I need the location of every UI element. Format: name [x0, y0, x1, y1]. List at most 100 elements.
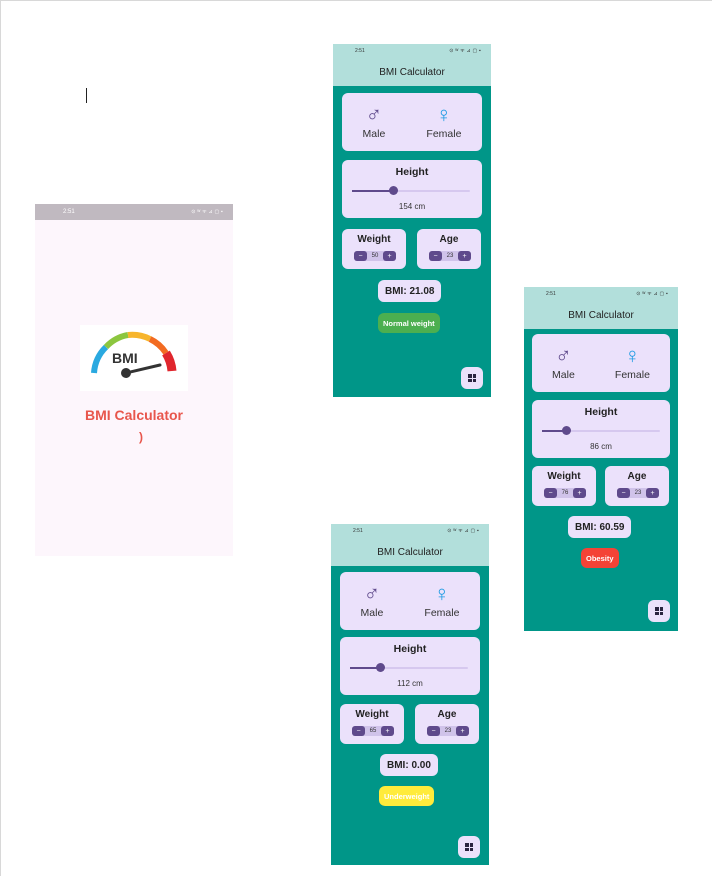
document-page: 2:51 ⊙ ᵂ ᯤ ⊿ ▢ ▪ BMI BMI Calculator ) 2:…: [0, 0, 712, 876]
male-button[interactable]: ♂ Male: [362, 102, 386, 141]
age-card: Age − 23 +: [605, 466, 669, 506]
age-card: Age − 23 +: [415, 704, 479, 744]
male-button[interactable]: ♂ Male: [552, 343, 575, 382]
weight-card: Weight − 50 +: [342, 229, 406, 269]
height-slider-thumb[interactable]: [561, 426, 571, 435]
status-bar: 2:51 ⊙ ᵂ ᯤ ⊿ ▢ ▪: [35, 204, 233, 220]
weight-plus-button[interactable]: +: [573, 488, 586, 498]
weight-value: 76: [561, 490, 569, 496]
height-slider[interactable]: [350, 663, 468, 672]
status-time: 2:51: [353, 528, 363, 534]
bmi-category-badge: Obesity: [581, 548, 619, 568]
height-value: 154 cm: [398, 202, 426, 211]
age-stepper: − 23 +: [429, 251, 471, 261]
female-label: Female: [426, 128, 462, 140]
age-plus-button[interactable]: +: [456, 726, 469, 736]
status-time: 2:51: [546, 291, 556, 297]
age-card: Age − 23 +: [417, 229, 481, 269]
bmi-result: BMI: 0.00: [380, 754, 438, 776]
gender-card: ♂ Male ♀ Female: [340, 572, 480, 630]
grid-icon: [655, 607, 663, 615]
weight-title: Weight: [355, 709, 389, 720]
height-card: Height 154 cm: [342, 160, 482, 218]
height-slider[interactable]: [542, 426, 660, 435]
weight-stepper: − 76 +: [544, 488, 586, 498]
weight-stepper: − 50 +: [354, 251, 396, 261]
logo-text: BMI: [112, 350, 138, 366]
male-label: Male: [360, 607, 384, 619]
height-title: Height: [584, 406, 618, 418]
weight-card: Weight − 76 +: [532, 466, 596, 506]
height-slider-fill: [352, 190, 394, 192]
age-value: 23: [444, 728, 452, 734]
bmi-gauge-logo: BMI: [80, 325, 188, 391]
male-button[interactable]: ♂ Male: [360, 581, 384, 620]
screen-underweight: 2:51 ⊙ ᵂ ᯤ ⊿ ▢ ▪ BMI Calculator ♂ Male ♀…: [331, 524, 489, 865]
app-title: BMI Calculator: [524, 301, 678, 329]
male-icon: ♂: [365, 102, 383, 127]
bmi-result: BMI: 60.59: [568, 516, 632, 538]
status-icons: ⊙ ᵂ ᯤ ⊿ ▢ ▪: [191, 209, 223, 215]
age-plus-button[interactable]: +: [646, 488, 659, 498]
fab-button[interactable]: [461, 367, 483, 389]
splash-screen: 2:51 ⊙ ᵂ ᯤ ⊿ ▢ ▪ BMI BMI Calculator ): [35, 204, 233, 556]
weight-title: Weight: [357, 234, 391, 245]
age-plus-button[interactable]: +: [458, 251, 471, 261]
grid-icon: [465, 843, 473, 851]
height-slider-thumb[interactable]: [375, 663, 385, 672]
height-slider[interactable]: [352, 186, 470, 195]
app-title: BMI Calculator: [333, 58, 491, 86]
male-icon: ♂: [363, 581, 381, 606]
status-icons: ⊙ ᵂ ᯤ ⊿ ▢ ▪: [447, 528, 479, 534]
fab-button[interactable]: [648, 600, 670, 622]
height-slider-thumb[interactable]: [389, 186, 399, 195]
female-button[interactable]: ♀ Female: [614, 343, 650, 382]
status-icons: ⊙ ᵂ ᯤ ⊿ ▢ ▪: [449, 48, 481, 54]
height-value: 86 cm: [590, 442, 612, 451]
weight-minus-button[interactable]: −: [544, 488, 557, 498]
female-icon: ♀: [433, 581, 451, 606]
weight-minus-button[interactable]: −: [354, 251, 367, 261]
age-title: Age: [437, 709, 457, 720]
weight-card: Weight − 65 +: [340, 704, 404, 744]
grid-icon: [468, 374, 476, 382]
female-button[interactable]: ♀ Female: [424, 581, 460, 620]
app-title: BMI Calculator: [331, 538, 489, 566]
female-icon: ♀: [435, 102, 453, 127]
weight-plus-button[interactable]: +: [383, 251, 396, 261]
male-label: Male: [362, 128, 386, 140]
fab-button[interactable]: [458, 836, 480, 858]
status-bar: 2:51 ⊙ ᵂ ᯤ ⊿ ▢ ▪: [333, 44, 491, 58]
age-stepper: − 23 +: [617, 488, 659, 498]
female-label: Female: [614, 369, 650, 381]
female-label: Female: [424, 607, 460, 619]
age-value: 23: [446, 253, 454, 259]
splash-title: BMI Calculator: [84, 407, 183, 423]
height-value: 112 cm: [397, 679, 423, 688]
text-cursor: [86, 88, 87, 103]
age-minus-button[interactable]: −: [617, 488, 630, 498]
bmi-category-badge: Normal weight: [378, 313, 440, 333]
weight-value: 50: [371, 253, 379, 259]
status-bar: 2:51 ⊙ ᵂ ᯤ ⊿ ▢ ▪: [524, 287, 678, 301]
status-bar: 2:51 ⊙ ᵂ ᯤ ⊿ ▢ ▪: [331, 524, 489, 538]
loading-spinner: ): [139, 430, 143, 444]
weight-minus-button[interactable]: −: [352, 726, 365, 736]
gender-card: ♂ Male ♀ Female: [532, 334, 670, 392]
age-minus-button[interactable]: −: [427, 726, 440, 736]
female-button[interactable]: ♀ Female: [426, 102, 462, 141]
age-stepper: − 23 +: [427, 726, 469, 736]
status-icons: ⊙ ᵂ ᯤ ⊿ ▢ ▪: [636, 291, 668, 297]
weight-plus-button[interactable]: +: [381, 726, 394, 736]
male-label: Male: [552, 369, 575, 381]
bmi-result: BMI: 21.08: [378, 280, 442, 302]
status-time: 2:51: [63, 209, 75, 215]
age-value: 23: [634, 490, 642, 496]
height-title: Height: [395, 166, 429, 178]
age-title: Age: [439, 234, 459, 245]
status-time: 2:51: [355, 48, 365, 54]
female-icon: ♀: [624, 343, 641, 368]
male-icon: ♂: [555, 343, 572, 368]
weight-title: Weight: [547, 471, 581, 482]
age-minus-button[interactable]: −: [429, 251, 442, 261]
